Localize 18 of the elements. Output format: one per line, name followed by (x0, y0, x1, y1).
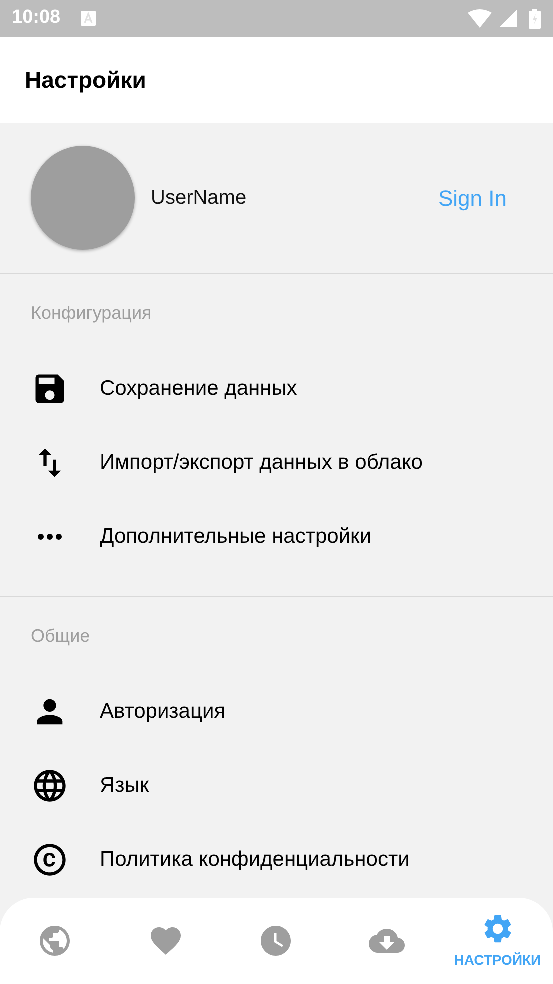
section-header: Общие (31, 624, 90, 648)
wifi-icon (468, 9, 492, 28)
notification-icon (80, 11, 96, 26)
signal-icon (500, 10, 517, 27)
globe-icon (31, 767, 69, 805)
username: UserName (151, 186, 247, 211)
battery-icon (529, 8, 541, 28)
settings-item[interactable]: Язык (0, 749, 553, 823)
status-time: 10:08 (12, 6, 61, 30)
settings-item[interactable]: Политика конфиденциальности (0, 823, 553, 897)
settings-item[interactable]: Авторизация (0, 675, 553, 749)
settings-item[interactable]: Импорт/экспорт данных в облако (0, 426, 553, 500)
more-icon (38, 534, 62, 540)
settings-item[interactable]: Дополнительные настройки (0, 500, 553, 574)
settings-item[interactable]: Сохранение данных (0, 352, 553, 426)
copyright-icon (31, 841, 69, 879)
section-header: Конфигурация (31, 302, 152, 325)
page-title: Настройки (25, 66, 146, 95)
